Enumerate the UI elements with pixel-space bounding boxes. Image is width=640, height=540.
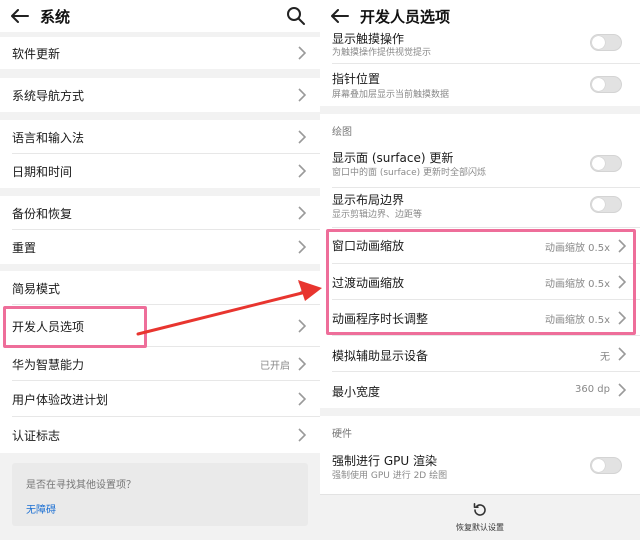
chevron-right-icon: [618, 383, 626, 397]
settings-item-reset[interactable]: 重置: [0, 230, 320, 264]
settings-item-huawei-smart[interactable]: 华为智慧能力 已开启: [0, 347, 320, 381]
setting-label: 指针位置: [332, 72, 381, 86]
accessibility-link[interactable]: 无障碍: [26, 501, 56, 516]
setting-value: 360 dp: [575, 384, 610, 395]
setting-label: 模拟辅助显示设备: [332, 349, 429, 363]
reset-icon: [473, 503, 486, 516]
item-label: 重置: [12, 240, 37, 255]
reset-defaults-label: 恢复默认设置: [456, 523, 504, 532]
item-label: 日期和时间: [12, 164, 73, 179]
back-arrow-icon[interactable]: [320, 0, 360, 32]
highlight-box-animation-settings: [326, 229, 636, 335]
search-icon[interactable]: [286, 6, 306, 26]
setting-description: 强制使用 GPU 进行 2D 绘图: [332, 471, 448, 481]
setting-simulate-secondary-display[interactable]: 模拟辅助显示设备 无: [320, 336, 640, 372]
section-title: 绘图: [332, 127, 352, 138]
item-label: 用户体验改进计划: [12, 392, 109, 407]
chevron-right-icon: [298, 88, 306, 102]
chevron-right-icon: [298, 206, 306, 220]
pointer-location-toggle[interactable]: [590, 76, 622, 93]
setting-description: 窗口中的面 (surface) 更新时全部闪烁: [332, 168, 487, 178]
settings-item-backup-restore[interactable]: 备份和恢复: [0, 196, 320, 230]
chevron-right-icon: [298, 357, 306, 371]
item-label: 语言和输入法: [12, 130, 85, 145]
setting-description: 显示剪辑边界、边距等: [332, 210, 423, 220]
drawing-section-header: 绘图: [320, 114, 640, 146]
settings-item-date-time[interactable]: 日期和时间: [0, 154, 320, 188]
reset-defaults-bar[interactable]: 恢复默认设置: [320, 494, 640, 540]
chevron-right-icon: [298, 428, 306, 442]
back-arrow-icon[interactable]: [0, 0, 40, 32]
item-label: 认证标志: [12, 428, 61, 443]
chevron-right-icon: [298, 319, 306, 333]
chevron-right-icon: [298, 164, 306, 178]
chevron-right-icon: [298, 240, 306, 254]
setting-show-layout-bounds[interactable]: 显示布局边界 显示剪辑边界、边距等: [320, 188, 640, 228]
screenshot-composite: 系统 软件更新 系统导航方式 语言和输入法 日期和时间 备份和恢复 重置 简易模…: [0, 0, 640, 540]
settings-item-software-update[interactable]: 软件更新: [0, 37, 320, 69]
layout-bounds-toggle[interactable]: [590, 196, 622, 213]
setting-smallest-width[interactable]: 最小宽度 360 dp: [320, 372, 640, 408]
settings-item-navigation[interactable]: 系统导航方式: [0, 78, 320, 112]
settings-item-certification[interactable]: 认证标志: [0, 417, 320, 453]
setting-description: 屏幕叠加层显示当前触摸数据: [332, 90, 450, 100]
chevron-right-icon: [298, 130, 306, 144]
settings-item-simple-mode[interactable]: 简易模式: [0, 271, 320, 305]
hardware-section-header: 硬件: [320, 416, 640, 446]
section-title: 硬件: [332, 429, 352, 440]
item-label: 系统导航方式: [12, 88, 85, 103]
show-touches-toggle[interactable]: [590, 34, 622, 51]
item-label: 软件更新: [12, 46, 61, 61]
help-card: 是否在寻找其他设置项？ 无障碍: [12, 463, 308, 526]
setting-description: 为触摸操作提供视觉提示: [332, 48, 432, 58]
highlight-box-developer-options: [3, 306, 147, 348]
force-gpu-toggle[interactable]: [590, 457, 622, 474]
system-settings-panel: 系统 软件更新 系统导航方式 语言和输入法 日期和时间 备份和恢复 重置 简易模…: [0, 0, 320, 540]
surface-updates-toggle[interactable]: [590, 155, 622, 172]
item-value: 已开启: [260, 360, 290, 372]
setting-label: 最小宽度: [332, 385, 381, 399]
help-question: 是否在寻找其他设置项？: [26, 480, 136, 491]
setting-show-surface-updates[interactable]: 显示面 (surface) 更新 窗口中的面 (surface) 更新时全部闪烁: [320, 146, 640, 188]
chevron-right-icon: [618, 347, 626, 361]
system-header: 系统: [0, 0, 320, 32]
setting-label: 显示布局边界: [332, 193, 405, 207]
settings-item-user-experience[interactable]: 用户体验改进计划: [0, 381, 320, 417]
developer-header: 开发人员选项: [320, 0, 640, 32]
settings-item-language-input[interactable]: 语言和输入法: [0, 120, 320, 154]
item-label: 备份和恢复: [12, 206, 73, 221]
chevron-right-icon: [298, 46, 306, 60]
chevron-right-icon: [298, 392, 306, 406]
chevron-right-icon: [298, 281, 306, 295]
item-label: 简易模式: [12, 281, 61, 296]
setting-force-gpu-rendering[interactable]: 强制进行 GPU 渲染 强制使用 GPU 进行 2D 绘图: [320, 446, 640, 496]
page-title: 开发人员选项: [360, 7, 451, 26]
page-title: 系统: [40, 7, 71, 26]
setting-pointer-location[interactable]: 指针位置 屏幕叠加层显示当前触摸数据: [320, 64, 640, 106]
setting-value: 无: [600, 352, 610, 363]
setting-label: 显示面 (surface) 更新: [332, 151, 454, 165]
setting-label: 强制进行 GPU 渲染: [332, 454, 437, 468]
